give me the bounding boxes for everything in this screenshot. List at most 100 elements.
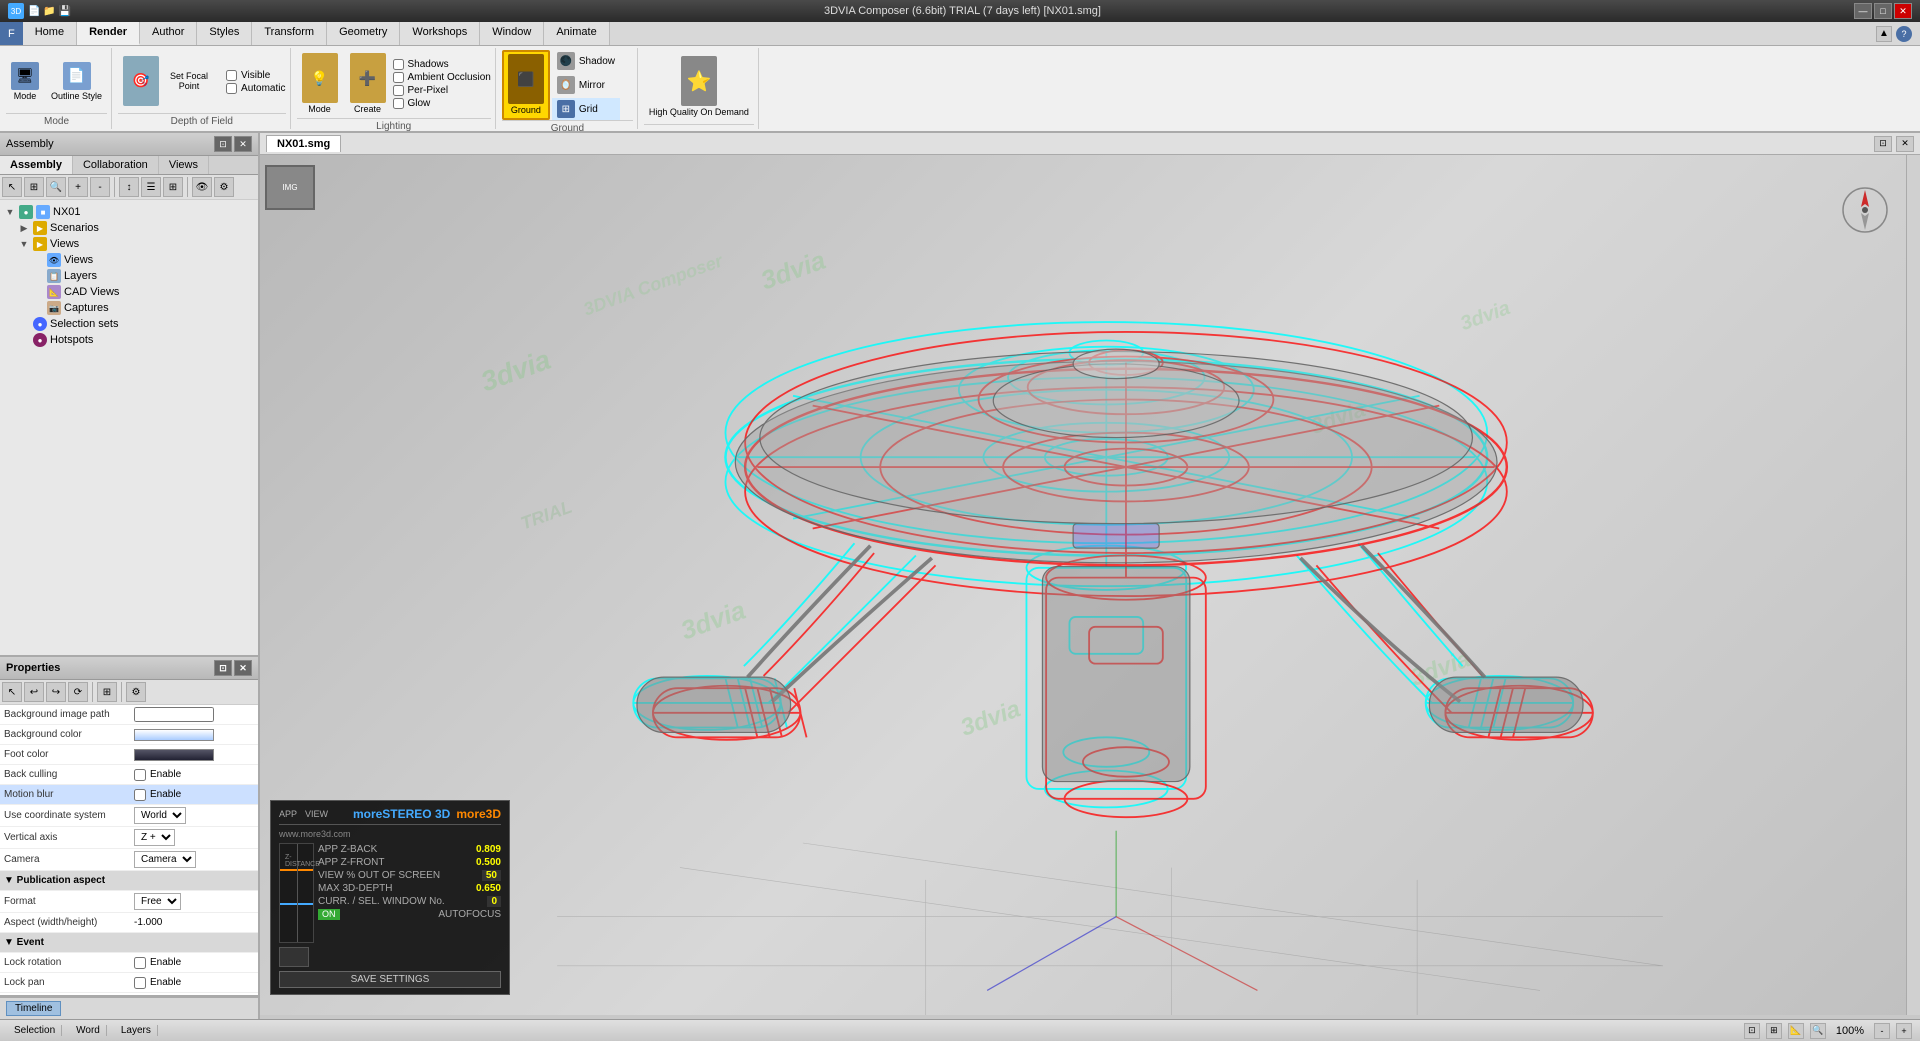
per-pixel-input[interactable] bbox=[393, 85, 404, 96]
ambient-occlusion-input[interactable] bbox=[393, 72, 404, 83]
timeline-button[interactable]: Timeline bbox=[6, 1001, 61, 1016]
vertical-axis-select[interactable]: Z + bbox=[134, 829, 175, 846]
status-btn-1[interactable]: ⊡ bbox=[1744, 1023, 1760, 1039]
lighting-mode-button[interactable]: 💡 Mode bbox=[297, 50, 343, 118]
tree-item-views-root[interactable]: ▼ ▶ Views bbox=[4, 236, 254, 252]
format-select[interactable]: Free bbox=[134, 893, 181, 910]
high-quality-button[interactable]: ⭐ High Quality On Demand bbox=[644, 53, 754, 121]
zoom-in-button[interactable]: + bbox=[1896, 1023, 1912, 1039]
expand-nx01[interactable]: ▼ bbox=[4, 206, 16, 218]
viewport-scrollbar[interactable] bbox=[1906, 155, 1920, 1015]
expand-scenarios[interactable]: ▶ bbox=[18, 222, 30, 234]
tree-item-cad-views[interactable]: ▶ 📐 CAD Views bbox=[4, 284, 254, 300]
viewport-detach-button[interactable]: ⊡ bbox=[1874, 136, 1892, 152]
visible-input[interactable] bbox=[226, 70, 237, 81]
back-culling-checkbox[interactable] bbox=[134, 769, 146, 781]
status-btn-4[interactable]: 🔍 bbox=[1810, 1023, 1826, 1039]
per-pixel-checkbox[interactable]: Per-Pixel bbox=[393, 85, 491, 96]
tab-file[interactable]: F bbox=[0, 22, 23, 45]
tab-styles[interactable]: Styles bbox=[197, 22, 252, 45]
tree-item-layers[interactable]: ▶ 📋 Layers bbox=[4, 268, 254, 284]
stereo-save-button[interactable]: SAVE SETTINGS bbox=[279, 971, 501, 988]
coord-system-select[interactable]: World bbox=[134, 807, 186, 824]
status-btn-3[interactable]: 📐 bbox=[1788, 1023, 1804, 1039]
outline-style-button[interactable]: 📄 Outline Style bbox=[46, 59, 107, 105]
stereo-tab-app[interactable]: APP bbox=[279, 809, 297, 819]
prop-tool-5[interactable]: ⊞ bbox=[97, 682, 117, 702]
tab-animate[interactable]: Animate bbox=[544, 22, 609, 45]
tab-window[interactable]: Window bbox=[480, 22, 544, 45]
prop-section-publication-label: ▼ Publication aspect bbox=[4, 875, 105, 886]
bg-color-swatch[interactable] bbox=[134, 729, 214, 741]
maximize-button[interactable]: □ bbox=[1874, 3, 1892, 19]
shadows-input[interactable] bbox=[393, 59, 404, 70]
tab-assembly[interactable]: Assembly bbox=[0, 156, 73, 174]
list-tool[interactable]: ☰ bbox=[141, 177, 161, 197]
viewport-canvas[interactable]: 3DVIA Composer 3dvia TRIAL 3dvia 3dvia 3… bbox=[260, 155, 1920, 1015]
expand-tool[interactable]: + bbox=[68, 177, 88, 197]
mirror-button[interactable]: 🪞 Mirror bbox=[552, 74, 620, 96]
zoom-out-button[interactable]: - bbox=[1874, 1023, 1890, 1039]
select-tool[interactable]: ↖ bbox=[2, 177, 22, 197]
prop-tool-3[interactable]: ↪ bbox=[46, 682, 66, 702]
set-focal-point-button[interactable]: 🎯 Set Focal Point bbox=[118, 53, 224, 111]
tree-item-scenarios[interactable]: ▶ ▶ Scenarios bbox=[4, 220, 254, 236]
filter-tool[interactable]: 🔍 bbox=[46, 177, 66, 197]
properties-close-button[interactable]: ✕ bbox=[234, 660, 252, 676]
tab-author[interactable]: Author bbox=[140, 22, 197, 45]
shadows-checkbox[interactable]: Shadows bbox=[393, 59, 491, 70]
help-button[interactable]: ? bbox=[1896, 26, 1912, 42]
automatic-input[interactable] bbox=[226, 83, 237, 94]
glow-input[interactable] bbox=[393, 98, 404, 109]
visible-checkbox[interactable]: Visible bbox=[226, 70, 285, 81]
glow-checkbox[interactable]: Glow bbox=[393, 98, 491, 109]
tab-geometry[interactable]: Geometry bbox=[327, 22, 400, 45]
motion-blur-checkbox[interactable] bbox=[134, 789, 146, 801]
properties-detach-button[interactable]: ⊡ bbox=[214, 660, 232, 676]
prop-bg-image-value[interactable] bbox=[134, 707, 254, 722]
sort-tool[interactable]: ↕ bbox=[119, 177, 139, 197]
tab-views[interactable]: Views bbox=[159, 156, 209, 174]
camera-select[interactable]: Camera bbox=[134, 851, 196, 868]
grid-button[interactable]: ⊞ Grid bbox=[552, 98, 620, 120]
tree-item-hotspots[interactable]: ▶ ● Hotspots bbox=[4, 332, 254, 348]
tree-item-captures[interactable]: ▶ 📷 Captures bbox=[4, 300, 254, 316]
collapse-tool[interactable]: - bbox=[90, 177, 110, 197]
bg-image-input[interactable] bbox=[134, 707, 214, 722]
grid-view-tool[interactable]: ⊞ bbox=[163, 177, 183, 197]
tree-item-views-child[interactable]: ▶ 👁 Views bbox=[4, 252, 254, 268]
foot-color-swatch[interactable] bbox=[134, 749, 214, 761]
close-button[interactable]: ✕ bbox=[1894, 3, 1912, 19]
viewport-tab-nx01[interactable]: NX01.smg bbox=[266, 135, 341, 152]
ambient-occlusion-checkbox[interactable]: Ambient Occlusion bbox=[393, 72, 491, 83]
lock-pan-checkbox[interactable] bbox=[134, 977, 146, 989]
multi-select-tool[interactable]: ⊞ bbox=[24, 177, 44, 197]
visibility-tool[interactable]: 👁 bbox=[192, 177, 212, 197]
ribbon-collapse-button[interactable]: ▲ bbox=[1876, 26, 1892, 42]
shadow-button[interactable]: 🌑 Shadow bbox=[552, 50, 620, 72]
tree-item-selection-sets[interactable]: ▶ ● Selection sets bbox=[4, 316, 254, 332]
tree-item-nx01[interactable]: ▼ ● ■ NX01 bbox=[4, 204, 254, 220]
tab-render[interactable]: Render bbox=[77, 22, 140, 45]
viewport-close-button[interactable]: ✕ bbox=[1896, 136, 1914, 152]
expand-views[interactable]: ▼ bbox=[18, 238, 30, 250]
prop-tool-4[interactable]: ⟳ bbox=[68, 682, 88, 702]
assembly-close-button[interactable]: ✕ bbox=[234, 136, 252, 152]
minimize-button[interactable]: — bbox=[1854, 3, 1872, 19]
ground-button[interactable]: ⬛ Ground bbox=[502, 50, 550, 120]
lock-rotation-checkbox[interactable] bbox=[134, 957, 146, 969]
prop-tool-2[interactable]: ↩ bbox=[24, 682, 44, 702]
prop-tool-6[interactable]: ⚙ bbox=[126, 682, 146, 702]
stereo-tab-view[interactable]: VIEW bbox=[305, 809, 328, 819]
lighting-create-button[interactable]: ➕ Create bbox=[345, 50, 391, 118]
tab-transform[interactable]: Transform bbox=[252, 22, 327, 45]
automatic-checkbox[interactable]: Automatic bbox=[226, 83, 285, 94]
tab-home[interactable]: Home bbox=[23, 22, 77, 45]
properties-tool[interactable]: ⚙ bbox=[214, 177, 234, 197]
mode-button[interactable]: 🖥 Mode bbox=[6, 59, 44, 105]
tab-workshops[interactable]: Workshops bbox=[400, 22, 480, 45]
assembly-detach-button[interactable]: ⊡ bbox=[214, 136, 232, 152]
prop-tool-1[interactable]: ↖ bbox=[2, 682, 22, 702]
tab-collaboration[interactable]: Collaboration bbox=[73, 156, 159, 174]
status-btn-2[interactable]: ⊞ bbox=[1766, 1023, 1782, 1039]
